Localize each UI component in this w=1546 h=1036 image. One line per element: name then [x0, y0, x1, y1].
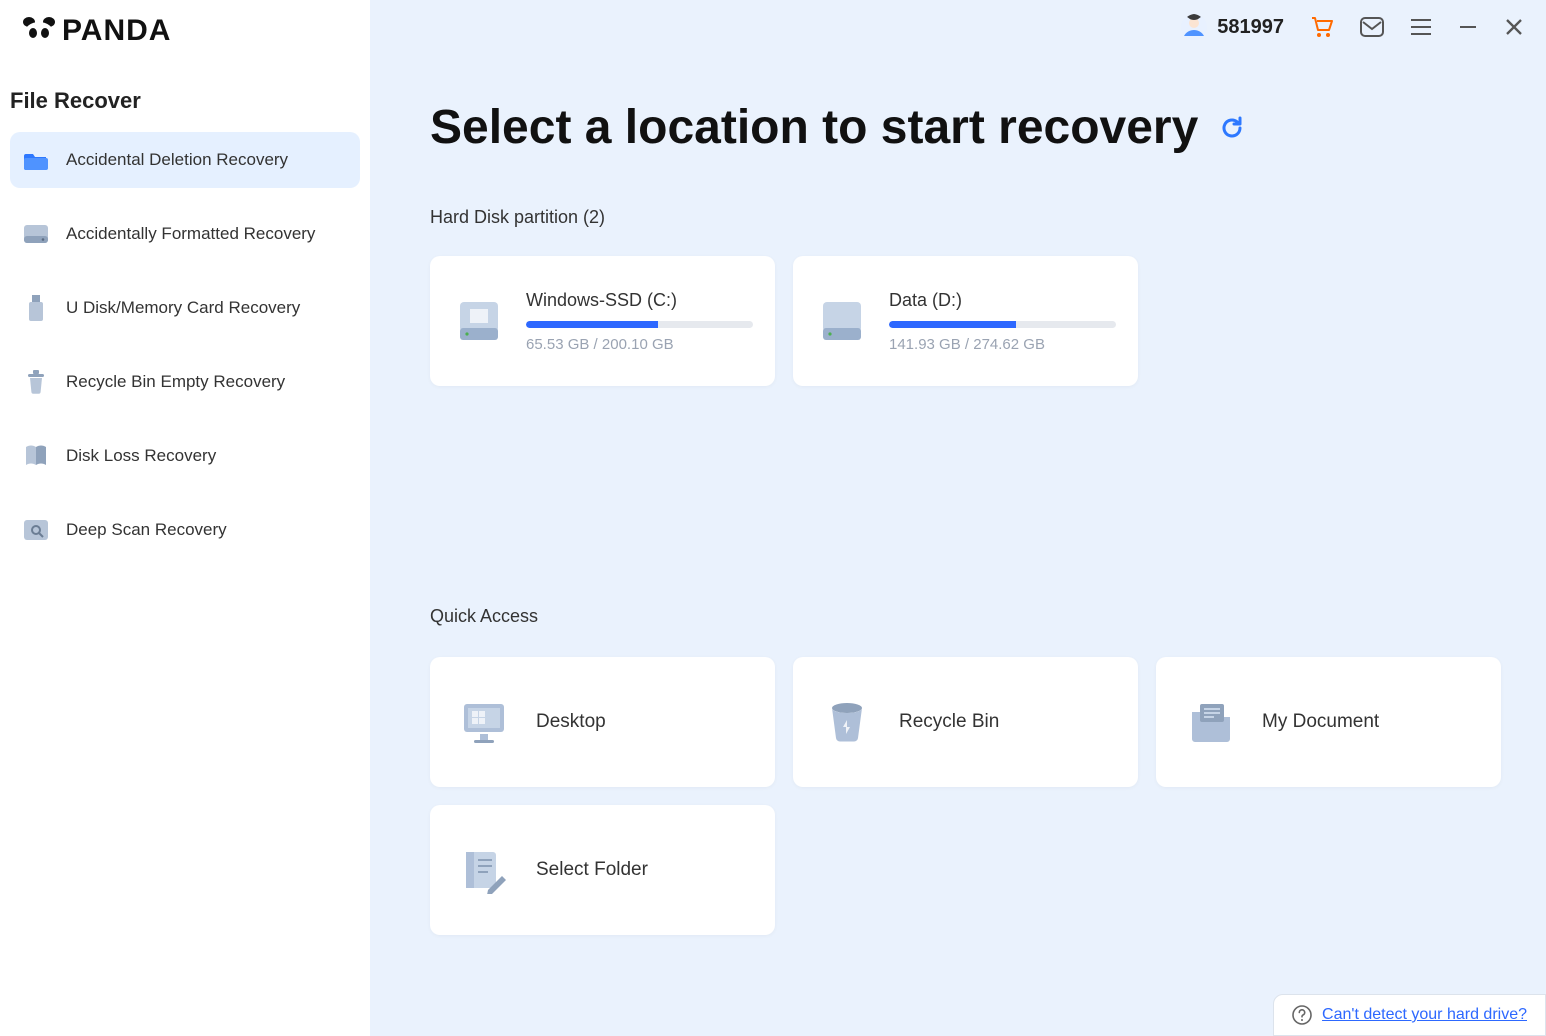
cart-button[interactable]: [1310, 16, 1334, 38]
folder-icon: [24, 148, 48, 172]
mail-button[interactable]: [1360, 17, 1384, 37]
partition-usage-bar: [526, 321, 753, 328]
monitor-icon: [460, 698, 508, 746]
usb-icon: [24, 296, 48, 320]
book-icon: [24, 444, 48, 468]
panda-icon: [22, 16, 56, 46]
scan-icon: [24, 518, 48, 542]
drive-icon: [24, 222, 48, 246]
partition-usage-bar: [889, 321, 1116, 328]
minimize-button[interactable]: [1458, 17, 1478, 37]
sidebar-item-label: Recycle Bin Empty Recovery: [66, 372, 285, 392]
hamburger-icon: [1410, 18, 1432, 36]
partitions-heading: Hard Disk partition (2): [430, 207, 1486, 228]
quick-label: Select Folder: [536, 859, 648, 881]
close-icon: [1504, 17, 1524, 37]
folder-edit-icon: [460, 846, 508, 894]
main-area: 581997 Select a location to start recove…: [370, 0, 1546, 1036]
avatar-icon: [1181, 14, 1207, 40]
quick-access-grid: Desktop Recycle Bin My Document Select F…: [430, 657, 1486, 935]
refresh-icon: [1218, 114, 1246, 142]
topbar: 581997: [1181, 14, 1524, 40]
sidebar-section-title: File Recover: [0, 58, 370, 132]
sidebar-item-deep-scan[interactable]: Deep Scan Recovery: [10, 502, 360, 558]
help-chip[interactable]: Can't detect your hard drive?: [1273, 994, 1546, 1036]
mail-icon: [1360, 17, 1384, 37]
partition-name: Data (D:): [889, 290, 1116, 311]
close-button[interactable]: [1504, 17, 1524, 37]
sidebar: PANDA File Recover Accidental Deletion R…: [0, 0, 370, 1036]
trash-icon: [24, 370, 48, 394]
menu-button[interactable]: [1410, 18, 1432, 36]
partition-card-c[interactable]: Windows-SSD (C:) 65.53 GB / 200.10 GB: [430, 256, 775, 386]
partition-name: Windows-SSD (C:): [526, 290, 753, 311]
quick-card-my-document[interactable]: My Document: [1156, 657, 1501, 787]
quick-label: My Document: [1262, 711, 1379, 733]
refresh-button[interactable]: [1218, 114, 1246, 142]
partition-size-text: 65.53 GB / 200.10 GB: [526, 336, 753, 353]
sidebar-item-label: Disk Loss Recovery: [66, 446, 216, 466]
sidebar-nav: Accidental Deletion Recovery Accidentall…: [0, 132, 370, 558]
quick-label: Recycle Bin: [899, 711, 999, 733]
hdd-windows-icon: [452, 294, 506, 348]
sidebar-item-disk-loss[interactable]: Disk Loss Recovery: [10, 428, 360, 484]
sidebar-item-label: Accidentally Formatted Recovery: [66, 224, 315, 244]
page-title: Select a location to start recovery: [430, 100, 1198, 155]
sidebar-item-formatted[interactable]: Accidentally Formatted Recovery: [10, 206, 360, 262]
user-account[interactable]: 581997: [1181, 14, 1284, 40]
bin-icon: [823, 698, 871, 746]
sidebar-item-usb[interactable]: U Disk/Memory Card Recovery: [10, 280, 360, 336]
sidebar-item-accidental-deletion[interactable]: Accidental Deletion Recovery: [10, 132, 360, 188]
brand-name: PANDA: [62, 14, 171, 48]
sidebar-item-recycle-bin[interactable]: Recycle Bin Empty Recovery: [10, 354, 360, 410]
sidebar-item-label: Accidental Deletion Recovery: [66, 150, 288, 170]
hdd-data-icon: [815, 294, 869, 348]
sidebar-item-label: U Disk/Memory Card Recovery: [66, 298, 300, 318]
quick-card-select-folder[interactable]: Select Folder: [430, 805, 775, 935]
partitions-row: Windows-SSD (C:) 65.53 GB / 200.10 GB Da…: [430, 256, 1486, 386]
quick-label: Desktop: [536, 711, 606, 733]
minimize-icon: [1458, 17, 1478, 37]
user-id: 581997: [1217, 16, 1284, 39]
help-icon: [1292, 1005, 1312, 1025]
partition-size-text: 141.93 GB / 274.62 GB: [889, 336, 1116, 353]
brand-logo: PANDA: [0, 0, 370, 58]
partition-card-d[interactable]: Data (D:) 141.93 GB / 274.62 GB: [793, 256, 1138, 386]
cart-icon: [1310, 16, 1334, 38]
help-link[interactable]: Can't detect your hard drive?: [1322, 1006, 1527, 1024]
quick-card-recycle-bin[interactable]: Recycle Bin: [793, 657, 1138, 787]
document-icon: [1186, 698, 1234, 746]
sidebar-item-label: Deep Scan Recovery: [66, 520, 227, 540]
quick-access-heading: Quick Access: [430, 606, 1486, 627]
quick-card-desktop[interactable]: Desktop: [430, 657, 775, 787]
